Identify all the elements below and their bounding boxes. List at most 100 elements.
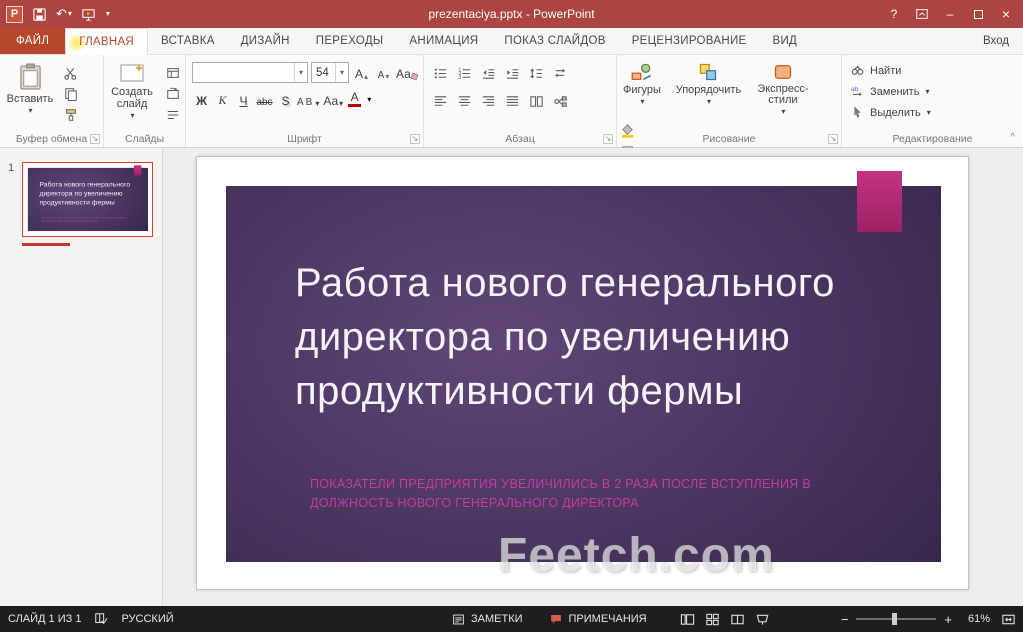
arrange-button[interactable]: Упорядочить ▾ [671, 59, 745, 106]
strikethrough-button[interactable]: abc [255, 90, 274, 110]
customize-qat-button[interactable]: ▾ [105, 10, 110, 18]
increase-indent-button[interactable] [502, 63, 523, 83]
replace-button[interactable]: ab Заменить ▾ [842, 78, 1023, 99]
cut-icon[interactable] [60, 63, 81, 83]
chevron-down-icon: ▾ [781, 107, 786, 116]
slide-layout-icon[interactable] [162, 63, 183, 83]
tab-home[interactable]: ГЛАВНАЯ [65, 28, 149, 55]
underline-button[interactable]: Ч [234, 90, 253, 110]
collapse-ribbon-button[interactable]: ^ [1010, 132, 1015, 143]
maximize-button[interactable] [965, 3, 991, 25]
font-size-combo[interactable]: 54 ▾ [311, 62, 349, 83]
font-name-combo[interactable]: ▾ [192, 62, 308, 83]
tab-slideshow[interactable]: ПОКАЗ СЛАЙДОВ [491, 28, 618, 54]
fit-slide-to-window-button[interactable] [998, 609, 1018, 629]
paste-button[interactable]: Вставить ▾ [4, 59, 56, 115]
numbering-button[interactable]: 123 [454, 63, 475, 83]
undo-button[interactable]: ↶ ▾ [56, 6, 72, 22]
comments-toggle[interactable]: ПРИМЕЧАНИЯ [549, 613, 647, 626]
chevron-down-icon: ▾ [335, 63, 348, 82]
slide-sorter-view-button[interactable] [703, 609, 723, 629]
ribbon-display-options-button[interactable] [909, 3, 935, 25]
slide-subtitle[interactable]: ПОКАЗАТЕЛИ ПРЕДПРИЯТИЯ УВЕЛИЧИЛИСЬ В 2 Р… [310, 475, 870, 513]
arrow-down-icon: ▾ [385, 71, 390, 81]
slideshow-view-button[interactable] [753, 609, 773, 629]
normal-view-button[interactable] [678, 609, 698, 629]
font-color-button[interactable]: А [345, 90, 364, 110]
format-painter-icon[interactable] [60, 105, 81, 125]
group-label: Рисование [702, 133, 756, 145]
slide-indicator[interactable]: СЛАЙД 1 ИЗ 1 [8, 613, 81, 625]
decrease-indent-button[interactable] [478, 63, 499, 83]
find-button[interactable]: Найти [842, 59, 1023, 78]
powerpoint-window: P ↶▾ ▾ prezentaciya.pptx - PowerPoint ? [0, 0, 1023, 632]
text-shadow-button[interactable]: S [276, 90, 295, 110]
slide-canvas[interactable]: Работа нового генерального директора по … [163, 148, 1023, 606]
grow-font-button[interactable]: А ▴ [352, 63, 371, 83]
spell-check-icon[interactable] [94, 612, 109, 626]
slide-page[interactable]: Работа нового генерального директора по … [196, 156, 969, 590]
reading-view-button[interactable] [728, 609, 748, 629]
bold-button[interactable]: Ж [192, 90, 211, 110]
tab-animations[interactable]: АНИМАЦИЯ [396, 28, 491, 54]
tab-design[interactable]: ДИЗАЙН [228, 28, 303, 54]
cursor-arrow-icon [854, 106, 861, 118]
powerpoint-app-icon[interactable]: P [6, 5, 23, 23]
text-direction-button[interactable] [550, 63, 571, 83]
slides-small-buttons [162, 63, 183, 125]
slide-title[interactable]: Работа нового генерального директора по … [295, 256, 835, 418]
copy-icon[interactable] [60, 84, 81, 104]
group-font: ▾ 54 ▾ А▴ А▾ Аа Ж К Ч abc S АВ▾ Аа▾ [186, 55, 424, 147]
justify-button[interactable] [502, 91, 523, 111]
align-center-button[interactable] [454, 91, 475, 111]
shapes-button[interactable]: Фигуры ▾ [617, 59, 667, 106]
bullets-button[interactable] [430, 63, 451, 83]
clear-formatting-button[interactable]: Аа [396, 63, 418, 83]
tab-file[interactable]: ФАЙЛ [0, 28, 66, 54]
tab-review[interactable]: РЕЦЕНЗИРОВАНИЕ [619, 28, 760, 54]
shrink-font-button[interactable]: А ▾ [374, 63, 393, 83]
quick-styles-button[interactable]: Экспресс-стили ▾ [750, 59, 816, 116]
help-button[interactable]: ? [881, 3, 907, 25]
zoom-in-button[interactable]: + [944, 612, 952, 627]
quick-styles-icon [774, 65, 792, 79]
convert-to-smartart-button[interactable] [550, 91, 571, 111]
arrange-icon [700, 63, 717, 81]
change-case-button[interactable]: Аа ▾ [323, 90, 343, 110]
zoom-level[interactable]: 61% [960, 613, 990, 625]
save-icon[interactable] [32, 7, 47, 22]
align-left-button[interactable] [430, 91, 451, 111]
columns-button[interactable] [526, 91, 547, 111]
chevron-down-icon: ▾ [28, 106, 33, 115]
line-spacing-button[interactable] [526, 63, 547, 83]
section-icon[interactable] [162, 105, 183, 125]
reset-slide-icon[interactable] [162, 84, 183, 104]
italic-button[interactable]: К [213, 90, 232, 110]
workspace: 1 Работа нового генерального директора п… [0, 148, 1023, 606]
character-spacing-button[interactable]: АВ ▾ [297, 90, 321, 110]
tab-insert[interactable]: ВСТАВКА [148, 28, 228, 54]
new-slide-button[interactable]: Создать слайд ▾ [106, 59, 158, 120]
slide-thumbnail[interactable]: Работа нового генерального директора по … [22, 162, 153, 237]
zoom-out-button[interactable]: − [841, 612, 849, 627]
group-editing: Найти ab Заменить ▾ Выделить ▾ Редактиро… [842, 55, 1023, 147]
align-right-button[interactable] [478, 91, 499, 111]
notes-toggle[interactable]: ЗАМЕТКИ [452, 613, 523, 626]
zoom-slider-thumb[interactable] [892, 613, 898, 625]
start-slideshow-icon[interactable] [81, 7, 96, 22]
chevron-down-icon: ▾ [640, 97, 645, 106]
replace-icon: ab [851, 86, 862, 97]
close-button[interactable]: × [993, 3, 1019, 25]
window-title: prezentaciya.pptx - PowerPoint [428, 7, 595, 21]
font-color-bar [348, 103, 362, 107]
notes-icon [453, 614, 464, 624]
language-indicator[interactable]: РУССКИЙ [121, 613, 173, 625]
zoom-slider[interactable] [856, 613, 937, 625]
sign-in-link[interactable]: Вход [969, 28, 1023, 54]
slide-thumbnail-pane[interactable]: 1 Работа нового генерального директора п… [0, 148, 163, 606]
tab-view[interactable]: ВИД [760, 28, 811, 54]
select-button[interactable]: Выделить ▾ [842, 99, 1023, 120]
group-label: Шрифт [287, 133, 322, 145]
tab-transitions[interactable]: ПЕРЕХОДЫ [303, 28, 397, 54]
minimize-button[interactable]: – [937, 3, 963, 25]
